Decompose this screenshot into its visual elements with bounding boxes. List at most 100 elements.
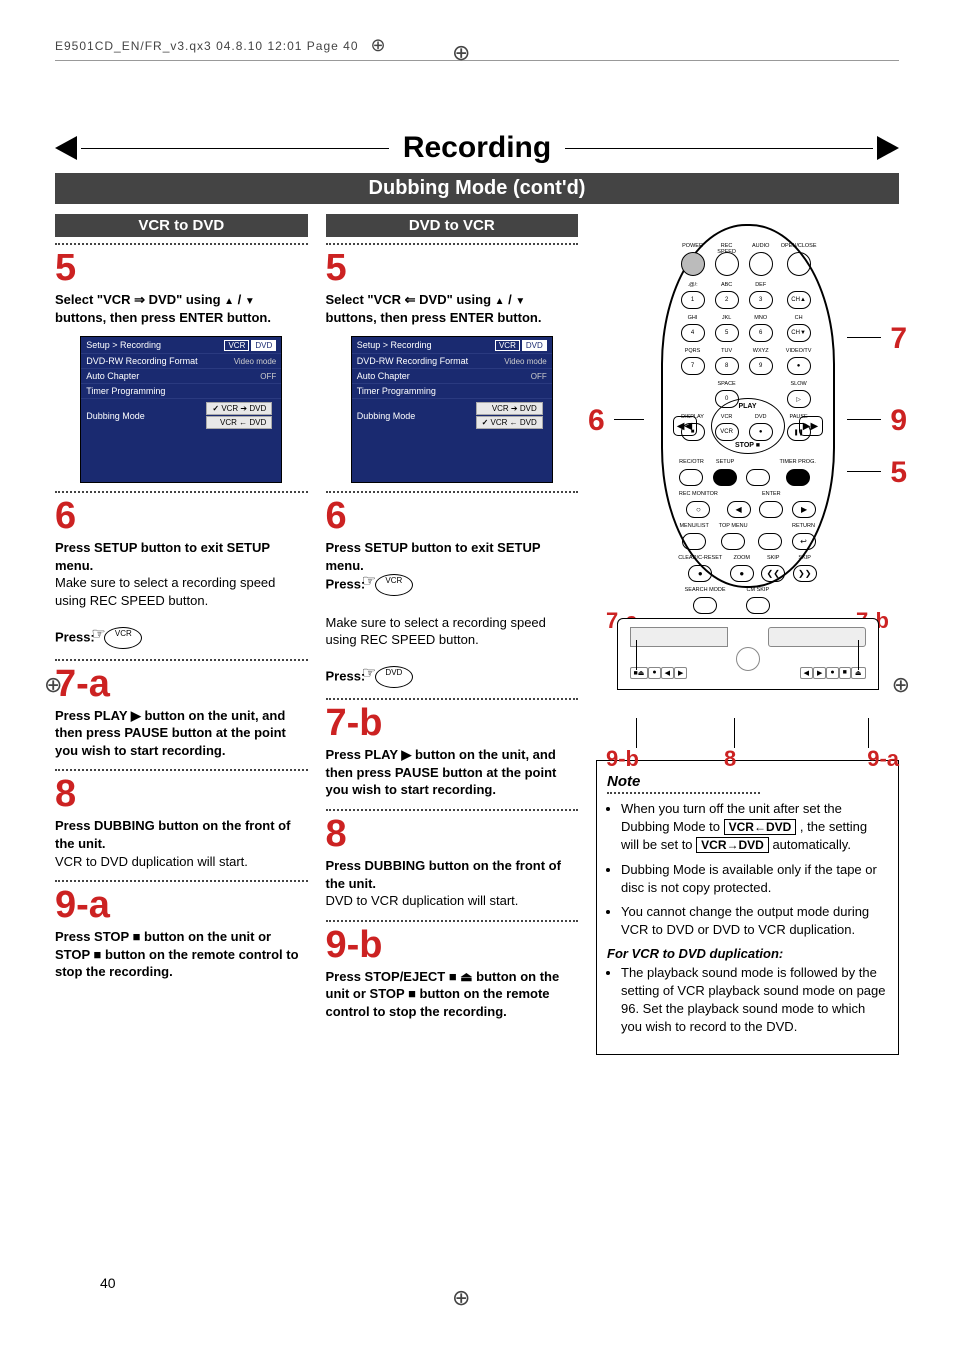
ffwd-icon: ▶▶ <box>799 416 823 436</box>
up-icon <box>495 292 505 307</box>
step-text: Select "VCR ⇐ DVD" using / buttons, then… <box>326 291 579 326</box>
remote-button <box>758 524 782 550</box>
print-header: E9501CD_EN/FR_v3.qx3 04.8.10 12:01 Page … <box>55 35 899 61</box>
note-item: The playback sound mode is followed by t… <box>621 964 888 1037</box>
remote-button: REC MONITOR○ <box>679 492 718 518</box>
remote-button: REC/OTR <box>679 460 704 486</box>
step-text: Select "VCR ⇒ DVD" using / buttons, then… <box>55 291 308 326</box>
remote-diagram: POWERREC SPEEDAUDIOOPEN/CLOSE .@/:1ABC2DE… <box>661 224 835 588</box>
note-item: When you turn off the unit after set the… <box>621 800 888 855</box>
remote-button: ABC2 <box>713 283 741 309</box>
fp-label-9b: 9-b <box>606 746 639 772</box>
header-text: E9501CD_EN/FR_v3.qx3 04.8.10 12:01 Page … <box>55 39 359 53</box>
step-text: Press SETUP button to exit SETUP menu. P… <box>326 539 579 688</box>
remote-button: WXYZ9 <box>747 349 775 375</box>
step-number: 5 <box>55 249 308 287</box>
remote-button: SEARCH MODE <box>685 588 726 614</box>
dvd-tray <box>768 627 866 647</box>
remote-button: CLEAR/C-RESET● <box>678 556 722 582</box>
col-vcr-to-dvd: VCR to DVD 5 Select "VCR ⇒ DVD" using / … <box>55 214 308 1055</box>
callout-6: 6 <box>588 404 605 438</box>
rewind-icon: ◀◀ <box>673 416 697 436</box>
step-number: 9-a <box>55 886 308 924</box>
vcr-button-icon: VCR <box>375 574 413 596</box>
callout-9: 9 <box>890 404 907 438</box>
remote-button: RETURN↩ <box>792 524 816 550</box>
step-text: Press PLAY ▶ button on the unit, and the… <box>326 746 579 799</box>
remote-button <box>746 460 770 486</box>
down-icon <box>515 292 525 307</box>
dvd-button-icon: DVD <box>375 666 413 688</box>
fp-label-9a: 9-a <box>867 746 899 772</box>
remote-button: .@/:1 <box>679 283 707 309</box>
setup-menu-screenshot: Setup > Recording VCRDVD DVD-RW Recordin… <box>351 336 553 483</box>
note-subheading: For VCR to DVD duplication: <box>607 945 888 963</box>
step-number: 9-b <box>326 926 579 964</box>
col-illustrations: POWERREC SPEEDAUDIOOPEN/CLOSE .@/:1ABC2DE… <box>596 214 899 1055</box>
remote-button: MENU/LIST <box>679 524 708 550</box>
col-dvd-to-vcr: DVD to VCR 5 Select "VCR ⇐ DVD" using / … <box>326 214 579 1055</box>
note-heading: Note <box>607 771 760 794</box>
front-panel-diagram: ■⏏●◀▶ ◀▶●■⏏ <box>617 618 879 690</box>
remote-button: SKIP❮❮ <box>761 556 785 582</box>
note-item: Dubbing Mode is available only if the ta… <box>621 861 888 897</box>
remote-button: JKL5 <box>713 316 741 342</box>
vcr-button-icon: VCR <box>104 627 142 649</box>
step-text: Press PLAY ▶ button on the unit, and the… <box>55 707 308 760</box>
remote-button: REC SPEED <box>713 244 741 276</box>
down-icon <box>245 292 255 307</box>
step-text: Press STOP/EJECT ■ ⏏ button on the unit … <box>326 968 579 1021</box>
remote-button: CH▲ <box>781 283 817 309</box>
remote-button: TOP MENU <box>719 524 748 550</box>
step-text: Press SETUP button to exit SETUP menu. M… <box>55 539 308 649</box>
vcr-slot <box>630 627 728 647</box>
setup-menu-screenshot: Setup > Recording VCRDVD DVD-RW Recordin… <box>80 336 282 483</box>
remote-button: OPEN/CLOSE <box>781 244 817 276</box>
crop-mark-icon: ⊕ <box>452 40 470 66</box>
crop-mark-icon: ⊕ <box>452 1285 470 1311</box>
play-ring: PLAY STOP ■ <box>711 398 785 454</box>
remote-button: ZOOM● <box>730 556 754 582</box>
step-text: Press STOP ■ button on the unit or STOP … <box>55 928 308 981</box>
callout-5: 5 <box>890 456 907 490</box>
section-title: Recording <box>389 131 565 165</box>
remote-button: SKIP❯❯ <box>793 556 817 582</box>
manual-page: E9501CD_EN/FR_v3.qx3 04.8.10 12:01 Page … <box>0 0 954 1351</box>
remote-button: PQRS7 <box>679 349 707 375</box>
remote-button: ◀ <box>727 492 751 518</box>
remote-button: AUDIO <box>747 244 775 276</box>
callout-7: 7 <box>890 322 907 356</box>
content-columns: VCR to DVD 5 Select "VCR ⇒ DVD" using / … <box>55 214 899 1055</box>
step-number: 6 <box>55 497 308 535</box>
page-number: 40 <box>100 1275 116 1291</box>
remote-button: ▶ <box>792 492 816 518</box>
section-title-row: Recording <box>55 131 899 165</box>
note-item: You cannot change the output mode during… <box>621 903 888 939</box>
step-text: Press DUBBING button on the front of the… <box>326 857 579 910</box>
remote-button: ENTER <box>759 492 783 518</box>
up-icon <box>224 292 234 307</box>
step-number: 8 <box>326 815 579 853</box>
step-number: 7-b <box>326 704 579 742</box>
remote-button: SETUP <box>713 460 737 486</box>
remote-button: GHI4 <box>679 316 707 342</box>
remote-button: CHCH▼ <box>781 316 817 342</box>
step-number: 5 <box>326 249 579 287</box>
remote-button: DEF3 <box>747 283 775 309</box>
note-box: Note When you turn off the unit after se… <box>596 760 899 1055</box>
col-heading: DVD to VCR <box>326 214 579 237</box>
col-heading: VCR to DVD <box>55 214 308 237</box>
section-subtitle: Dubbing Mode (cont'd) <box>55 173 899 204</box>
fp-label-8: 8 <box>724 746 736 772</box>
step-number: 7-a <box>55 665 308 703</box>
arrow-left-icon <box>55 136 77 160</box>
remote-button: TUV8 <box>713 349 741 375</box>
step-number: 8 <box>55 775 308 813</box>
crop-mark-icon: ⊕ <box>44 672 62 698</box>
step-number: 6 <box>326 497 579 535</box>
remote-button: CM SKIP <box>746 588 770 614</box>
remote-button: TIMER PROG. <box>780 460 816 486</box>
remote-button: POWER <box>679 244 707 276</box>
crop-mark-icon: ⊕ <box>371 35 387 56</box>
step-text: Press DUBBING button on the front of the… <box>55 817 308 870</box>
